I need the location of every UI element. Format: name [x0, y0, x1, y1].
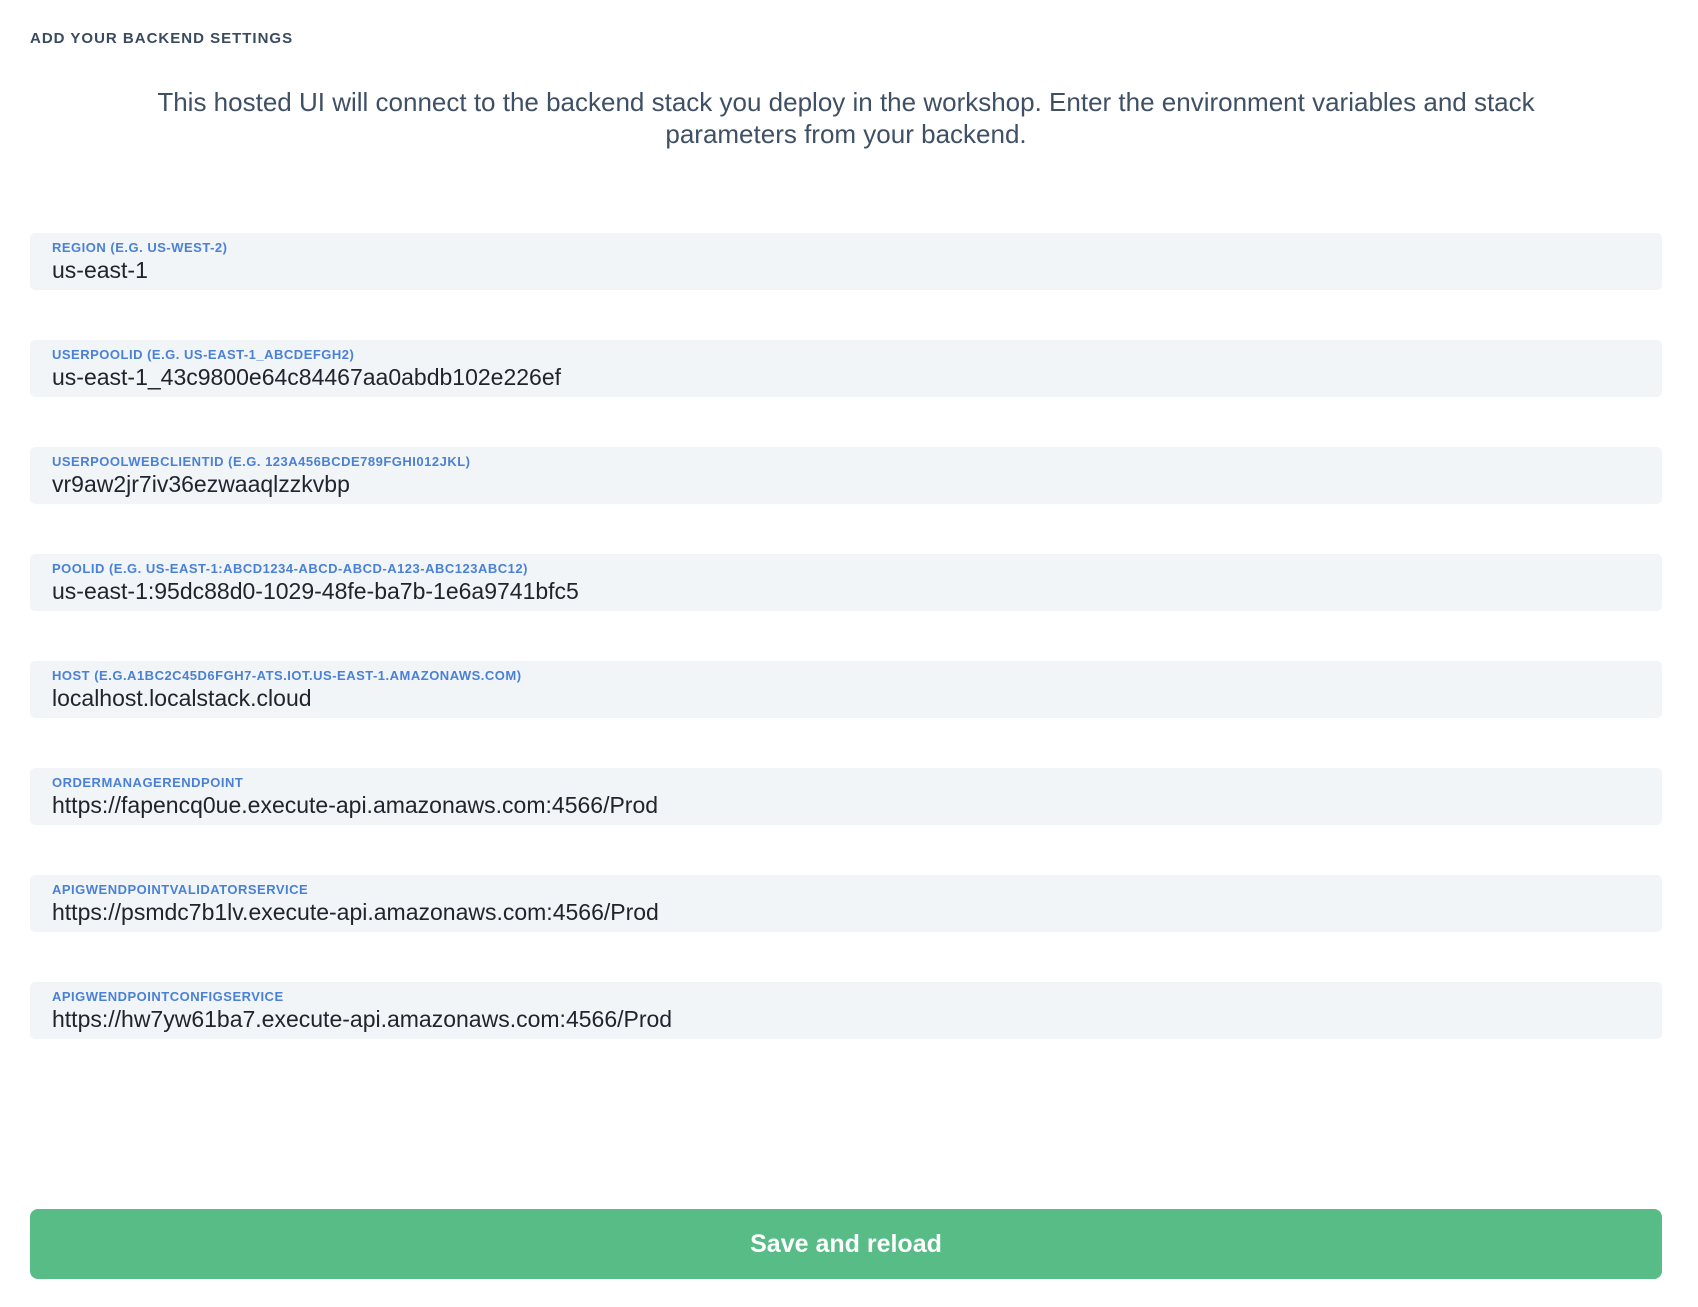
host-input[interactable]	[52, 685, 1640, 713]
region-field[interactable]: REGION (E.G. US-WEST-2)	[30, 233, 1662, 290]
page-description: This hosted UI will connect to the backe…	[101, 87, 1591, 150]
page-title: ADD YOUR BACKEND SETTINGS	[30, 30, 1662, 47]
apigwendpointvalidatorservice-label: APIGWENDPOINTVALIDATORSERVICE	[52, 882, 1640, 898]
userpoolid-label: USERPOOLID (E.G. US-EAST-1_ABCDEFGH2)	[52, 347, 1640, 363]
userpoolid-input[interactable]	[52, 364, 1640, 392]
userpoolwebclientid-field[interactable]: USERPOOLWEBCLIENTID (E.G. 123A456BCDE789…	[30, 447, 1662, 504]
userpoolwebclientid-input[interactable]	[52, 471, 1640, 499]
poolid-label: POOLID (E.G. US-EAST-1:ABCD1234-ABCD-ABC…	[52, 561, 1640, 577]
settings-form: REGION (E.G. US-WEST-2) USERPOOLID (E.G.…	[30, 233, 1662, 1039]
apigwendpointvalidatorservice-field[interactable]: APIGWENDPOINTVALIDATORSERVICE	[30, 875, 1662, 932]
poolid-input[interactable]	[52, 578, 1640, 606]
region-label: REGION (E.G. US-WEST-2)	[52, 240, 1640, 256]
userpoolwebclientid-label: USERPOOLWEBCLIENTID (E.G. 123A456BCDE789…	[52, 454, 1640, 470]
apigwendpointconfigservice-field[interactable]: APIGWENDPOINTCONFIGSERVICE	[30, 982, 1662, 1039]
host-field[interactable]: HOST (E.G.A1BC2C45D6FGH7-ATS.IOT.US-EAST…	[30, 661, 1662, 718]
userpoolid-field[interactable]: USERPOOLID (E.G. US-EAST-1_ABCDEFGH2)	[30, 340, 1662, 397]
ordermanagerendpoint-field[interactable]: ORDERMANAGERENDPOINT	[30, 768, 1662, 825]
ordermanagerendpoint-input[interactable]	[52, 792, 1640, 820]
save-and-reload-button[interactable]: Save and reload	[30, 1209, 1662, 1279]
apigwendpointvalidatorservice-input[interactable]	[52, 899, 1640, 927]
backend-settings-page: ADD YOUR BACKEND SETTINGS This hosted UI…	[0, 0, 1698, 1307]
apigwendpointconfigservice-label: APIGWENDPOINTCONFIGSERVICE	[52, 989, 1640, 1005]
region-input[interactable]	[52, 257, 1640, 285]
host-label: HOST (E.G.A1BC2C45D6FGH7-ATS.IOT.US-EAST…	[52, 668, 1640, 684]
poolid-field[interactable]: POOLID (E.G. US-EAST-1:ABCD1234-ABCD-ABC…	[30, 554, 1662, 611]
apigwendpointconfigservice-input[interactable]	[52, 1006, 1640, 1034]
ordermanagerendpoint-label: ORDERMANAGERENDPOINT	[52, 775, 1640, 791]
